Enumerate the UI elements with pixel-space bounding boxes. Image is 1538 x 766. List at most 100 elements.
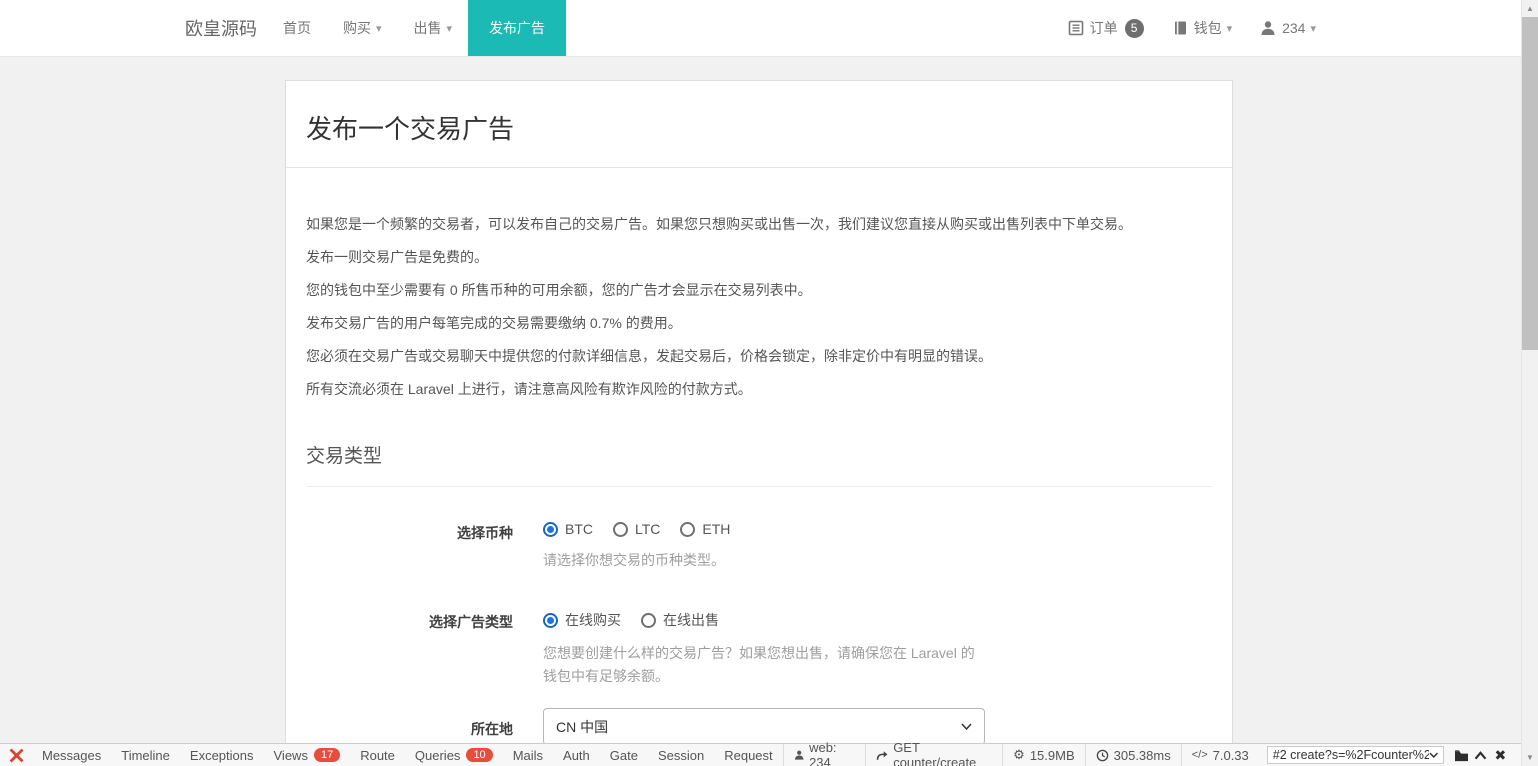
top-navbar: 欧皇源码 首页 购买 ▾ 出售 ▾ 发布广告 订单 5 (0, 0, 1538, 57)
route-status-text: GET counter/create (893, 740, 992, 766)
debugbar-tab-views[interactable]: Views17 (264, 744, 351, 766)
nav-home-label: 首页 (283, 18, 311, 38)
username-label: 234 (1282, 20, 1305, 36)
debugbar-tab-messages[interactable]: Messages (32, 744, 111, 766)
user-menu[interactable]: 234 ▾ (1246, 20, 1330, 36)
coin-field-label: 选择币种 (306, 521, 513, 572)
ad-type-radio-group: 在线购买 在线出售 (543, 610, 985, 630)
radio-checked-icon (543, 613, 558, 628)
coin-radio-group: BTC LTC ETH (543, 521, 985, 537)
user-icon (1260, 20, 1276, 36)
radio-option-online-sell[interactable]: 在线出售 (641, 610, 719, 630)
radio-online-buy-label: 在线购买 (565, 610, 621, 630)
queries-count-badge: 10 (466, 748, 492, 762)
radio-option-ltc[interactable]: LTC (613, 521, 660, 537)
debugbar-route-status: GET counter/create (865, 744, 1002, 766)
radio-option-eth[interactable]: ETH (680, 521, 730, 537)
intro-paragraph: 您的钱包中至少需要有 0 所售币种的可用余额，您的广告才会显示在交易列表中。 (306, 282, 1212, 298)
tab-label: Session (658, 748, 704, 763)
time-status-text: 305.38ms (1114, 748, 1171, 763)
wallet-menu[interactable]: 钱包 ▾ (1158, 18, 1247, 38)
section-title-trade-type: 交易类型 (306, 441, 1212, 468)
scrollbar-thumb[interactable] (1522, 17, 1538, 350)
code-icon: </> (1192, 749, 1208, 761)
brand[interactable]: 欧皇源码 (185, 15, 257, 41)
tab-label: Gate (610, 748, 638, 763)
ad-type-help-text: 您想要创建什么样的交易广告？如果您想出售，请确保您在 Laravel 的钱包中有… (543, 642, 985, 688)
tab-label: Messages (42, 748, 101, 763)
navbar-right: 订单 5 钱包 ▾ 234 ▾ (1054, 0, 1330, 56)
close-icon[interactable]: ✖ (1491, 744, 1510, 766)
nav-item-home[interactable]: 首页 (267, 0, 327, 56)
coin-help-text: 请选择你想交易的币种类型。 (543, 549, 985, 572)
orders-count-badge: 5 (1125, 19, 1144, 38)
nav-post-ad-label: 发布广告 (489, 18, 545, 38)
auth-status-text: web: 234 (809, 740, 855, 766)
orders-list-icon (1068, 20, 1084, 36)
tab-label: Mails (513, 748, 543, 763)
coin-field-control: BTC LTC ETH 请选择你想交易的币种类型。 (543, 521, 985, 572)
location-select-value: CN 中国 (556, 717, 608, 737)
scrollbar-up-arrow-icon[interactable]: ▲ (1522, 0, 1538, 17)
debugbar-tab-queries[interactable]: Queries10 (405, 744, 503, 766)
main-nav: 首页 购买 ▾ 出售 ▾ 发布广告 (267, 0, 566, 56)
gears-icon: ⚙ (1013, 747, 1025, 763)
debugbar-tab-auth[interactable]: Auth (553, 744, 600, 766)
ad-type-field-label: 选择广告类型 (306, 610, 513, 688)
intro-paragraphs: 如果您是一个频繁的交易者，可以发布自己的交易广告。如果您只想购买或出售一次，我们… (306, 216, 1212, 397)
intro-paragraph: 发布交易广告的用户每笔完成的交易需要缴纳 0.7% 的费用。 (306, 315, 1212, 331)
radio-unchecked-icon (613, 522, 628, 537)
wallet-icon (1172, 20, 1188, 36)
vertical-scrollbar[interactable]: ▲ ▼ (1521, 0, 1538, 766)
nav-sell-label: 出售 (414, 18, 442, 38)
intro-paragraph: 您必须在交易广告或交易聊天中提供您的付款详细信息，发起交易后，价格会锁定，除非定… (306, 348, 1212, 364)
section-divider (306, 486, 1212, 487)
nav-item-post-ad[interactable]: 发布广告 (468, 0, 566, 56)
radio-ltc-label: LTC (635, 521, 660, 537)
card-header: 发布一个交易广告 (286, 81, 1232, 168)
debugbar-tab-route[interactable]: Route (350, 744, 405, 766)
debugbar-tab-timeline[interactable]: Timeline (111, 744, 180, 766)
debugbar-logo-icon[interactable] (9, 748, 24, 763)
wallet-label: 钱包 (1194, 18, 1222, 38)
chevron-down-icon: ▾ (1227, 22, 1233, 35)
nav-buy-label: 购买 (343, 18, 371, 38)
radio-online-sell-label: 在线出售 (663, 610, 719, 630)
ad-form-card: 发布一个交易广告 如果您是一个频繁的交易者，可以发布自己的交易广告。如果您只想购… (285, 80, 1233, 766)
page-title: 发布一个交易广告 (306, 109, 1212, 146)
folder-icon[interactable] (1452, 744, 1471, 766)
chevron-up-icon[interactable] (1471, 744, 1490, 766)
radio-unchecked-icon (641, 613, 656, 628)
screen: 欧皇源码 首页 购买 ▾ 出售 ▾ 发布广告 订单 5 (0, 0, 1538, 766)
clock-icon (1096, 749, 1109, 762)
debugbar-history-select[interactable]: #2 create?s=%2Fcounter%2F (1267, 746, 1444, 764)
tab-label: Auth (563, 748, 590, 763)
debugbar-tab-mails[interactable]: Mails (503, 744, 553, 766)
debugbar-tab-session[interactable]: Session (648, 744, 714, 766)
redo-arrow-icon (876, 749, 888, 762)
views-count-badge: 17 (314, 748, 340, 762)
card-body: 如果您是一个频繁的交易者，可以发布自己的交易广告。如果您只想购买或出售一次，我们… (286, 168, 1232, 766)
debugbar-tab-gate[interactable]: Gate (600, 744, 648, 766)
scrollbar-down-arrow-icon[interactable]: ▼ (1522, 749, 1538, 766)
chevron-down-icon (1429, 752, 1438, 758)
nav-item-buy[interactable]: 购买 ▾ (327, 0, 398, 56)
history-select-value: #2 create?s=%2Fcounter%2F (1273, 748, 1429, 762)
radio-option-online-buy[interactable]: 在线购买 (543, 610, 621, 630)
intro-paragraph: 如果您是一个频繁的交易者，可以发布自己的交易广告。如果您只想购买或出售一次，我们… (306, 216, 1212, 232)
orders-menu[interactable]: 订单 5 (1054, 18, 1158, 38)
intro-paragraph: 发布一则交易广告是免费的。 (306, 249, 1212, 265)
field-row-ad-type: 选择广告类型 在线购买 在线出售 您想要创建什么样的交易广告？如果您想出售，请确… (306, 610, 1212, 688)
radio-btc-label: BTC (565, 521, 593, 537)
radio-option-btc[interactable]: BTC (543, 521, 593, 537)
chevron-down-icon (961, 723, 972, 730)
tab-label: Request (724, 748, 772, 763)
field-row-coin: 选择币种 BTC LTC ETH (306, 521, 1212, 572)
php-version-text: 7.0.33 (1213, 748, 1249, 763)
debugbar-time-status: 305.38ms (1085, 744, 1181, 766)
chevron-down-icon: ▾ (376, 22, 382, 35)
debugbar-tab-exceptions[interactable]: Exceptions (180, 744, 264, 766)
debugbar-memory-status: ⚙ 15.9MB (1002, 744, 1084, 766)
debugbar-tab-request[interactable]: Request (714, 744, 782, 766)
nav-item-sell[interactable]: 出售 ▾ (398, 0, 469, 56)
